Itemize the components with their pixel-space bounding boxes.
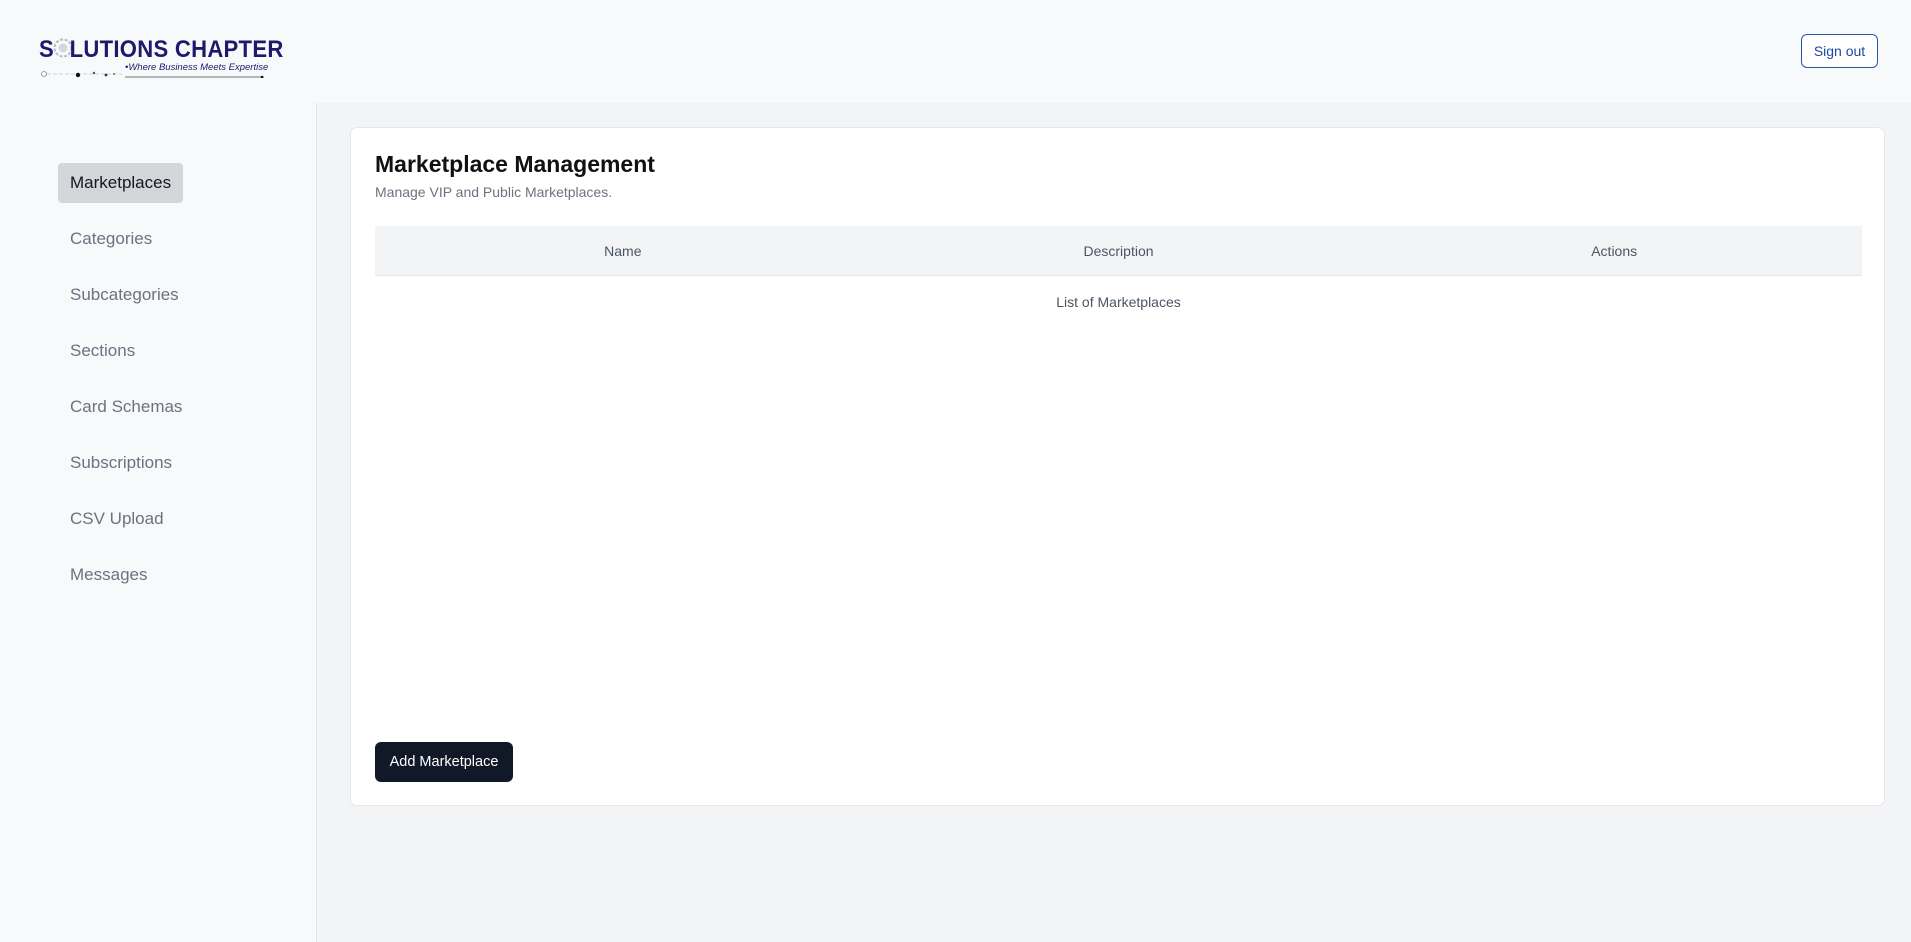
table-empty-row: List of Marketplaces [1056, 293, 1181, 310]
page-subtitle: Manage VIP and Public Marketplaces. [375, 184, 613, 200]
sidebar: Marketplaces Categories Subcategories Se… [0, 103, 317, 942]
column-header-name: Name [604, 242, 642, 259]
marketplaces-table: Name Description Actions List of Marketp… [375, 226, 1862, 327]
top-bar: S LUTIONS CHAPTER •Where Business Meets E… [0, 0, 1911, 103]
sidebar-item-subcategories[interactable]: Subcategories [58, 275, 191, 315]
solutions-chapter-logo[interactable]: S LUTIONS CHAPTER •Where Business Meets E… [39, 36, 283, 78]
sidebar-item-card-schemas[interactable]: Card Schemas [58, 387, 194, 427]
sidebar-item-messages[interactable]: Messages [58, 555, 159, 595]
sidebar-item-marketplaces[interactable]: Marketplaces [58, 163, 184, 203]
column-header-actions: Actions [1591, 242, 1638, 259]
sidebar-item-categories[interactable]: Categories [58, 219, 164, 259]
sign-out-button[interactable]: Sign out [1801, 34, 1878, 68]
add-marketplace-button[interactable]: Add Marketplace [375, 742, 513, 782]
sidebar-item-subscriptions[interactable]: Subscriptions [58, 443, 184, 483]
sidebar-item-sections[interactable]: Sections [58, 331, 147, 371]
logo-tagline: •Where Business Meets Expertise [125, 62, 269, 73]
sidebar-item-csv-upload[interactable]: CSV Upload [58, 499, 176, 539]
table-header: Name Description Actions [375, 226, 1862, 276]
marketplace-management-card: Marketplace Management Manage VIP and Pu… [350, 127, 1885, 806]
column-header-description: Description [1083, 242, 1154, 259]
page-title: Marketplace Management [375, 151, 655, 177]
logo-wordmark: S LUTIONS CHAPTER [39, 36, 284, 63]
